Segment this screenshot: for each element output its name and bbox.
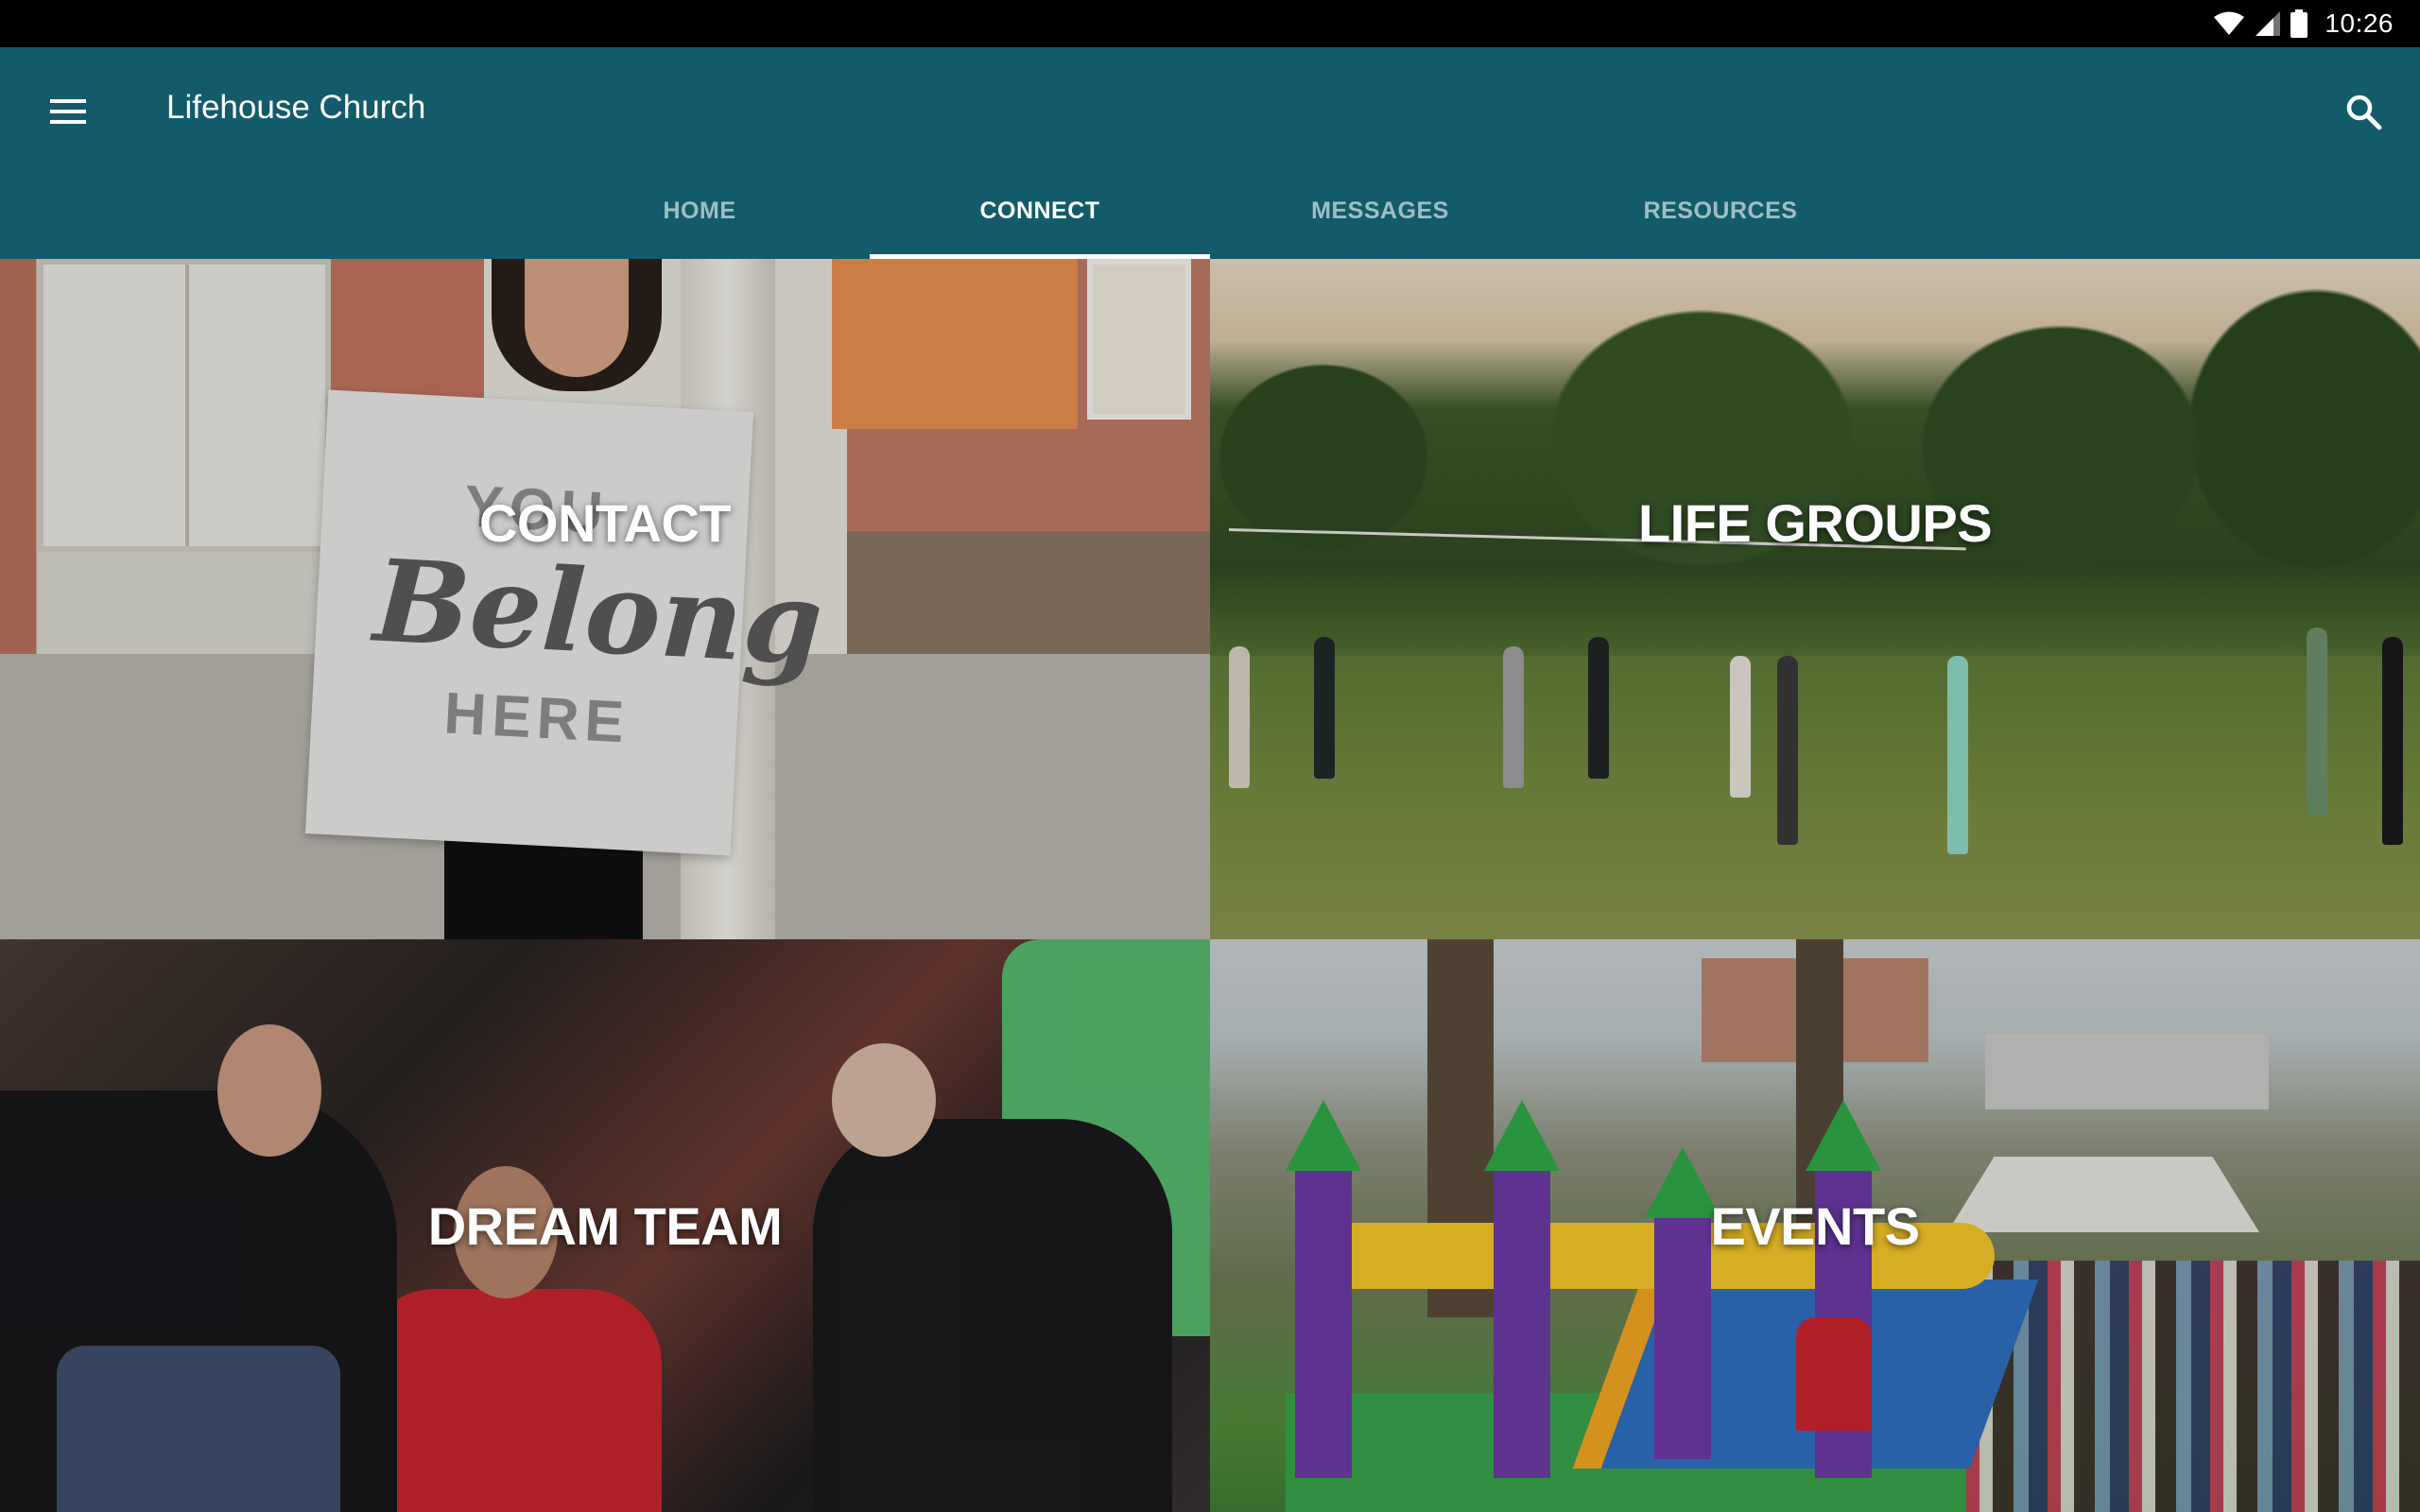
tile-dream-team[interactable]: DREAM TEAM <box>0 939 1210 1512</box>
tile-overlay <box>0 259 1210 939</box>
wifi-icon <box>2213 10 2245 37</box>
tab-bar: HOME CONNECT MESSAGES RESOURCES <box>529 170 1891 259</box>
tile-label: CONTACT <box>478 492 732 553</box>
tile-overlay <box>1210 259 2420 939</box>
hamburger-menu-icon <box>50 98 86 129</box>
connect-grid: YOU Belong HERE CONTACT LIFE GROUPS DREA… <box>0 259 2420 1512</box>
toolbar: Lifehouse Church <box>0 47 2420 170</box>
app-bar: Lifehouse Church HOME CONNECT MESSAGES R… <box>0 47 2420 259</box>
search-button[interactable] <box>2331 81 2395 146</box>
cellular-signal-icon <box>2255 10 2281 37</box>
tile-label: DREAM TEAM <box>427 1195 783 1256</box>
tile-life-groups[interactable]: LIFE GROUPS <box>1210 259 2420 939</box>
tile-events[interactable]: EVENTS <box>1210 939 2420 1512</box>
app-title: Lifehouse Church <box>166 89 426 126</box>
tile-contact[interactable]: YOU Belong HERE CONTACT <box>0 259 1210 939</box>
tab-connect[interactable]: CONNECT <box>870 170 1210 259</box>
tab-resources[interactable]: RESOURCES <box>1550 170 1891 259</box>
battery-icon <box>2290 9 2308 38</box>
tile-label: EVENTS <box>1710 1195 1920 1256</box>
status-bar: 10:26 <box>0 0 2420 47</box>
search-icon <box>2344 93 2382 135</box>
status-time: 10:26 <box>2325 9 2394 38</box>
menu-button[interactable] <box>38 83 98 144</box>
tab-messages[interactable]: MESSAGES <box>1210 170 1550 259</box>
tab-home[interactable]: HOME <box>529 170 870 259</box>
tile-label: LIFE GROUPS <box>1637 492 1993 553</box>
